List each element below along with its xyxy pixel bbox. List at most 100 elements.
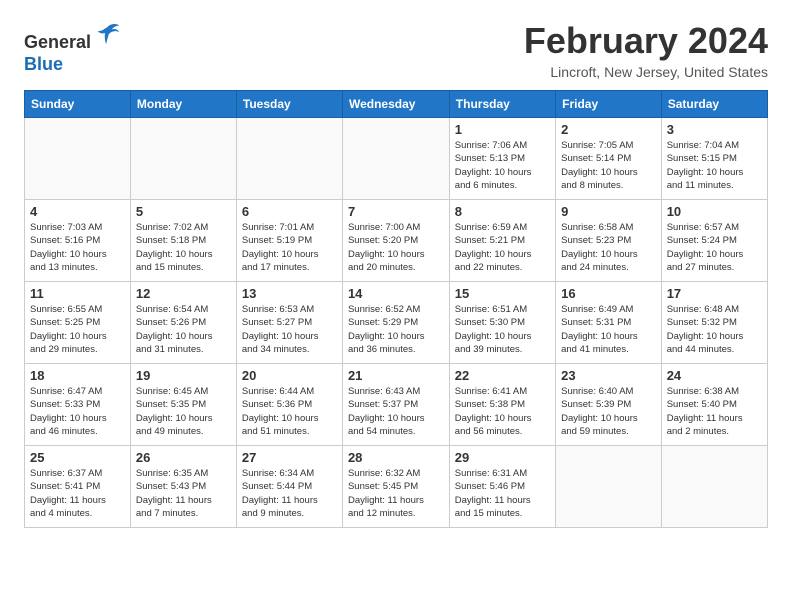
calendar-cell: 28 Sunrise: 6:32 AMSunset: 5:45 PMDayligh…: [342, 446, 449, 528]
calendar-cell: 6 Sunrise: 7:01 AMSunset: 5:19 PMDaylight…: [236, 200, 342, 282]
day-info: Sunrise: 6:34 AMSunset: 5:44 PMDaylight:…: [242, 467, 337, 520]
calendar-cell: 10 Sunrise: 6:57 AMSunset: 5:24 PMDayligh…: [661, 200, 767, 282]
day-number: 2: [561, 122, 656, 137]
logo-bird-icon: [93, 20, 121, 48]
day-header-tuesday: Tuesday: [236, 91, 342, 118]
location-title: Lincroft, New Jersey, United States: [524, 64, 768, 80]
day-number: 11: [30, 286, 125, 301]
day-info: Sunrise: 6:32 AMSunset: 5:45 PMDaylight:…: [348, 467, 444, 520]
day-number: 23: [561, 368, 656, 383]
calendar-week-3: 18 Sunrise: 6:47 AMSunset: 5:33 PMDayligh…: [25, 364, 768, 446]
calendar-cell: 5Sunrise: 7:02 AMSunset: 5:18 PMDaylight…: [130, 200, 236, 282]
day-number: 10: [667, 204, 762, 219]
day-info: Sunrise: 7:03 AMSunset: 5:16 PMDaylight:…: [30, 221, 125, 274]
day-number: 26: [136, 450, 231, 465]
calendar-cell: 3 Sunrise: 7:04 AMSunset: 5:15 PMDaylight…: [661, 118, 767, 200]
logo-general: General: [24, 32, 91, 52]
day-number: 14: [348, 286, 444, 301]
calendar-cell: 24Sunrise: 6:38 AMSunset: 5:40 PMDayligh…: [661, 364, 767, 446]
day-info: Sunrise: 6:44 AMSunset: 5:36 PMDaylight:…: [242, 385, 337, 438]
day-number: 29: [455, 450, 550, 465]
day-info: Sunrise: 6:54 AMSunset: 5:26 PMDaylight:…: [136, 303, 231, 356]
day-info: Sunrise: 7:04 AMSunset: 5:15 PMDaylight:…: [667, 139, 762, 192]
day-number: 20: [242, 368, 337, 383]
calendar-cell: 17 Sunrise: 6:48 AMSunset: 5:32 PMDayligh…: [661, 282, 767, 364]
day-info: Sunrise: 7:05 AMSunset: 5:14 PMDaylight:…: [561, 139, 656, 192]
title-block: February 2024 Lincroft, New Jersey, Unit…: [524, 20, 768, 80]
calendar-cell: 21 Sunrise: 6:43 AMSunset: 5:37 PMDayligh…: [342, 364, 449, 446]
day-number: 6: [242, 204, 337, 219]
day-info: Sunrise: 6:37 AMSunset: 5:41 PMDaylight:…: [30, 467, 125, 520]
day-number: 27: [242, 450, 337, 465]
calendar-cell: [236, 118, 342, 200]
day-header-friday: Friday: [556, 91, 662, 118]
day-number: 7: [348, 204, 444, 219]
day-number: 18: [30, 368, 125, 383]
day-number: 12: [136, 286, 231, 301]
day-number: 17: [667, 286, 762, 301]
calendar-cell: 27 Sunrise: 6:34 AMSunset: 5:44 PMDayligh…: [236, 446, 342, 528]
day-number: 13: [242, 286, 337, 301]
calendar-cell: 29Sunrise: 6:31 AMSunset: 5:46 PMDayligh…: [449, 446, 555, 528]
calendar-cell: 12 Sunrise: 6:54 AMSunset: 5:26 PMDayligh…: [130, 282, 236, 364]
header: General Blue February 2024 Lincroft, New…: [24, 20, 768, 80]
day-info: Sunrise: 7:00 AMSunset: 5:20 PMDaylight:…: [348, 221, 444, 274]
calendar-week-4: 25Sunrise: 6:37 AMSunset: 5:41 PMDayligh…: [25, 446, 768, 528]
day-info: Sunrise: 6:55 AMSunset: 5:25 PMDaylight:…: [30, 303, 125, 356]
day-info: Sunrise: 6:59 AMSunset: 5:21 PMDaylight:…: [455, 221, 550, 274]
calendar-cell: 8 Sunrise: 6:59 AMSunset: 5:21 PMDaylight…: [449, 200, 555, 282]
calendar-cell: 18 Sunrise: 6:47 AMSunset: 5:33 PMDayligh…: [25, 364, 131, 446]
calendar-week-1: 4 Sunrise: 7:03 AMSunset: 5:16 PMDaylight…: [25, 200, 768, 282]
calendar-cell: 13 Sunrise: 6:53 AMSunset: 5:27 PMDayligh…: [236, 282, 342, 364]
day-number: 1: [455, 122, 550, 137]
calendar-header-row: SundayMondayTuesdayWednesdayThursdayFrid…: [25, 91, 768, 118]
day-number: 22: [455, 368, 550, 383]
calendar-cell: 26 Sunrise: 6:35 AMSunset: 5:43 PMDayligh…: [130, 446, 236, 528]
calendar-cell: 19 Sunrise: 6:45 AMSunset: 5:35 PMDayligh…: [130, 364, 236, 446]
calendar-cell: 16 Sunrise: 6:49 AMSunset: 5:31 PMDayligh…: [556, 282, 662, 364]
day-number: 9: [561, 204, 656, 219]
calendar-cell: [556, 446, 662, 528]
calendar-cell: 11 Sunrise: 6:55 AMSunset: 5:25 PMDayligh…: [25, 282, 131, 364]
calendar-cell: 9Sunrise: 6:58 AMSunset: 5:23 PMDaylight…: [556, 200, 662, 282]
calendar-cell: 22 Sunrise: 6:41 AMSunset: 5:38 PMDayligh…: [449, 364, 555, 446]
day-info: Sunrise: 6:38 AMSunset: 5:40 PMDaylight:…: [667, 385, 762, 438]
day-info: Sunrise: 6:35 AMSunset: 5:43 PMDaylight:…: [136, 467, 231, 520]
day-number: 15: [455, 286, 550, 301]
calendar-cell: 1 Sunrise: 7:06 AMSunset: 5:13 PMDaylight…: [449, 118, 555, 200]
day-number: 3: [667, 122, 762, 137]
day-info: Sunrise: 6:52 AMSunset: 5:29 PMDaylight:…: [348, 303, 444, 356]
day-info: Sunrise: 7:06 AMSunset: 5:13 PMDaylight:…: [455, 139, 550, 192]
day-info: Sunrise: 6:48 AMSunset: 5:32 PMDaylight:…: [667, 303, 762, 356]
day-number: 8: [455, 204, 550, 219]
day-info: Sunrise: 6:43 AMSunset: 5:37 PMDaylight:…: [348, 385, 444, 438]
day-info: Sunrise: 7:01 AMSunset: 5:19 PMDaylight:…: [242, 221, 337, 274]
day-number: 19: [136, 368, 231, 383]
calendar: SundayMondayTuesdayWednesdayThursdayFrid…: [24, 90, 768, 528]
day-header-monday: Monday: [130, 91, 236, 118]
calendar-cell: 25Sunrise: 6:37 AMSunset: 5:41 PMDayligh…: [25, 446, 131, 528]
calendar-cell: 14 Sunrise: 6:52 AMSunset: 5:29 PMDayligh…: [342, 282, 449, 364]
day-info: Sunrise: 6:57 AMSunset: 5:24 PMDaylight:…: [667, 221, 762, 274]
calendar-cell: [661, 446, 767, 528]
calendar-week-2: 11 Sunrise: 6:55 AMSunset: 5:25 PMDayligh…: [25, 282, 768, 364]
day-info: Sunrise: 6:49 AMSunset: 5:31 PMDaylight:…: [561, 303, 656, 356]
day-header-sunday: Sunday: [25, 91, 131, 118]
calendar-cell: 15Sunrise: 6:51 AMSunset: 5:30 PMDayligh…: [449, 282, 555, 364]
day-number: 28: [348, 450, 444, 465]
calendar-cell: 7 Sunrise: 7:00 AMSunset: 5:20 PMDaylight…: [342, 200, 449, 282]
day-info: Sunrise: 6:53 AMSunset: 5:27 PMDaylight:…: [242, 303, 337, 356]
day-number: 4: [30, 204, 125, 219]
day-info: Sunrise: 6:47 AMSunset: 5:33 PMDaylight:…: [30, 385, 125, 438]
day-info: Sunrise: 6:45 AMSunset: 5:35 PMDaylight:…: [136, 385, 231, 438]
month-title: February 2024: [524, 20, 768, 62]
calendar-cell: [25, 118, 131, 200]
calendar-cell: 20 Sunrise: 6:44 AMSunset: 5:36 PMDayligh…: [236, 364, 342, 446]
day-number: 16: [561, 286, 656, 301]
day-info: Sunrise: 6:41 AMSunset: 5:38 PMDaylight:…: [455, 385, 550, 438]
day-info: Sunrise: 6:40 AMSunset: 5:39 PMDaylight:…: [561, 385, 656, 438]
calendar-cell: [342, 118, 449, 200]
day-header-thursday: Thursday: [449, 91, 555, 118]
calendar-week-0: 1 Sunrise: 7:06 AMSunset: 5:13 PMDaylight…: [25, 118, 768, 200]
day-number: 21: [348, 368, 444, 383]
